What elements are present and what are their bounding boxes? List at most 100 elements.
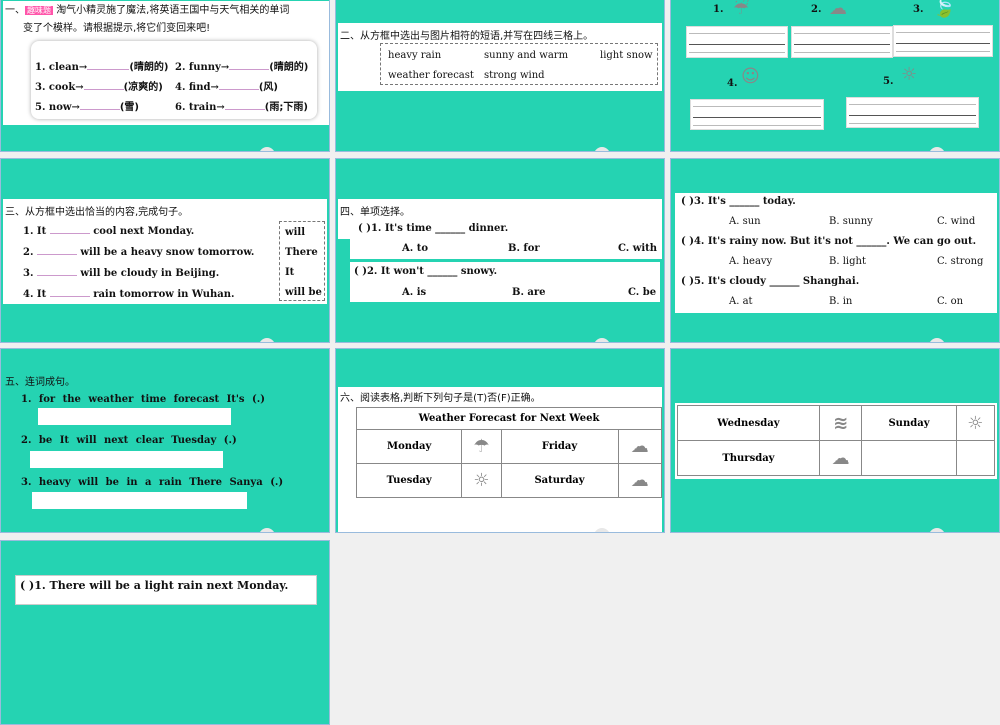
slide-thumbnail-1[interactable]: 一、 趣味题 淘气小精灵施了魔法,将英语王国中与天气相关的单词 变了个模样。请根据… (0, 0, 330, 152)
instruction-line2: 变了个模样。请根据提示,将它们变回来吧! (23, 23, 211, 34)
sentence-end: will be cloudy in Beijing. (80, 268, 220, 279)
section-title: 五、连词成句。 (5, 377, 75, 388)
item-hint: (雨;下雨) (264, 102, 308, 113)
question: ( )2. It won't ______ snowy. (354, 266, 498, 277)
option-a: A. sun (729, 216, 761, 227)
slide-thumbnail-5[interactable]: 四、单项选择。 ( )1. It's time ______ dinner. A… (335, 158, 665, 343)
forecast-table: Wednesday ≋ Sunday ☼ Thursday ☁ (677, 405, 996, 476)
slide-content: 三、从方框中选出恰当的内容,完成句子。 1. It cool next Mond… (3, 199, 327, 304)
writing-lines[interactable] (791, 26, 893, 58)
option-c: C. wind (937, 216, 976, 227)
day-cell: Monday (355, 429, 463, 464)
answer-field[interactable] (30, 451, 223, 468)
slide-marker (594, 147, 610, 151)
item-word: 5. now→ (35, 102, 80, 113)
slide-thumbnail-10[interactable]: ( )1. There will be a light rain next Mo… (0, 540, 330, 725)
slide-marker (929, 338, 945, 342)
slide-marker (259, 147, 275, 151)
item-word: 4. find→ (175, 82, 219, 93)
option-a: A. heavy (729, 256, 773, 267)
writing-lines[interactable] (690, 99, 824, 130)
slide-thumbnail-2[interactable]: 二、从方框中选出与图片相符的短语,并写在四线三格上。 heavy rain su… (335, 0, 665, 152)
phrase: sunny and warm (484, 50, 569, 61)
slide-marker (929, 528, 945, 532)
option-a: A. to (402, 243, 429, 254)
snow-icon: ☁ (818, 440, 863, 476)
section-number: 一、 (5, 5, 25, 16)
slide-thumbnail-3[interactable]: 1. ☔ 2. ☁ 3. 🍃 4. ☺ 5. ☼ (670, 0, 1000, 152)
option-b: B. light (829, 256, 866, 267)
picture-number: 1. (713, 4, 724, 15)
phrase: heavy rain (388, 50, 442, 61)
writing-lines[interactable] (686, 26, 788, 58)
child-forecast-icon: ☺ (741, 66, 760, 87)
rain-cloud-icon: ☔ (733, 0, 750, 19)
scrambled-words: 1. for the weather time forecast It's (.… (21, 394, 265, 405)
picture-number: 4. (727, 78, 738, 89)
day-cell: Tuesday (355, 463, 463, 498)
slide-marker (259, 528, 275, 532)
day-cell: Thursday (677, 440, 820, 476)
sentence-end: rain tomorrow in Wuhan. (93, 289, 235, 300)
picture-number: 5. (883, 76, 894, 87)
sun-icon: ☼ (461, 463, 502, 498)
section-title: 六、阅读表格,判断下列句子是(T)否(F)正确。 (340, 393, 541, 404)
sun-icon: ☼ (955, 405, 996, 441)
option: It (285, 267, 295, 278)
question: ( )3. It's ______ today. (681, 196, 796, 207)
sentence-end: will be a heavy snow tomorrow. (80, 247, 255, 258)
item-hint: (凉爽的) (123, 82, 163, 93)
item-word: 1. clean→ (35, 62, 88, 73)
slide-content: 二、从方框中选出与图片相符的短语,并写在四线三格上。 heavy rain su… (338, 23, 662, 91)
item-word: 2. funny→ (175, 62, 230, 73)
slide-content: Wednesday ≋ Sunday ☼ Thursday ☁ (675, 403, 997, 479)
sentence-end: cool next Monday. (93, 226, 195, 237)
snow-cloud-icon: ☁ (829, 0, 847, 19)
options-row: A. to B. for C. with (350, 239, 662, 259)
slide-content: ( )3. It's ______ today. A. sun B. sunny… (675, 193, 997, 313)
option-b: B. sunny (829, 216, 873, 227)
item-hint: (晴朗的) (129, 62, 169, 73)
question: ( )5. It's cloudy ______ Shanghai. (681, 276, 860, 287)
option-b: B. are (512, 287, 546, 298)
slide-thumbnail-7[interactable]: 五、连词成句。 1. for the weather time forecast… (0, 348, 330, 533)
answer-field[interactable] (32, 492, 247, 509)
section-title: 二、从方框中选出与图片相符的短语,并写在四线三格上。 (340, 31, 594, 42)
question: ( )1. It's time ______ dinner. (358, 223, 509, 234)
table-title: Weather Forecast for Next Week (356, 407, 662, 430)
slide-thumbnail-4[interactable]: 三、从方框中选出恰当的内容,完成句子。 1. It cool next Mond… (0, 158, 330, 343)
slide-thumbnail-9[interactable]: Wednesday ≋ Sunday ☼ Thursday ☁ (670, 348, 1000, 533)
option-b: B. in (829, 296, 853, 307)
option-a: A. at (729, 296, 753, 307)
rain-icon: ☂ (461, 429, 502, 464)
question: ( )1. There will be a light rain next Mo… (20, 579, 289, 592)
item-word: 3. cook→ (35, 82, 84, 93)
scrambled-words: 2. be It will next clear Tuesday (.) (21, 435, 237, 446)
slide-thumbnail-6[interactable]: ( )3. It's ______ today. A. sun B. sunny… (670, 158, 1000, 343)
question-block: ( )2. It won't ______ snowy. A. is B. ar… (350, 262, 660, 302)
fun-badge: 趣味题 (25, 6, 53, 15)
day-cell: Friday (500, 429, 619, 464)
item-hint: (晴朗的) (269, 62, 309, 73)
option: will (285, 227, 306, 238)
item-word: 6. train→ (175, 102, 225, 113)
option-c: C. strong (937, 256, 984, 267)
slide-content: 一、 趣味题 淘气小精灵施了魔法,将英语王国中与天气相关的单词 变了个模样。请根据… (3, 1, 329, 125)
sentence-start: 1. It (23, 226, 47, 237)
phrase: strong wind (484, 70, 545, 81)
slide-content: 六、阅读表格,判断下列句子是(T)否(F)正确。 Weather Forecas… (338, 387, 663, 532)
option-a: A. is (402, 287, 427, 298)
slide-marker (594, 338, 610, 342)
slide-marker (929, 147, 945, 151)
cloud-icon: ☁ (617, 429, 663, 464)
instruction: 淘气小精灵施了魔法,将英语王国中与天气相关的单词 (56, 5, 290, 16)
writing-lines[interactable] (893, 25, 993, 57)
writing-lines[interactable] (846, 97, 979, 128)
slide-content: ( )1. There will be a light rain next Mo… (15, 575, 317, 605)
option: will be (285, 287, 322, 298)
option: There (285, 247, 318, 258)
option-c: C. be (628, 287, 657, 298)
answer-field[interactable] (38, 408, 231, 425)
slide-marker (259, 338, 275, 342)
slide-thumbnail-8[interactable]: 六、阅读表格,判断下列句子是(T)否(F)正确。 Weather Forecas… (335, 348, 665, 533)
